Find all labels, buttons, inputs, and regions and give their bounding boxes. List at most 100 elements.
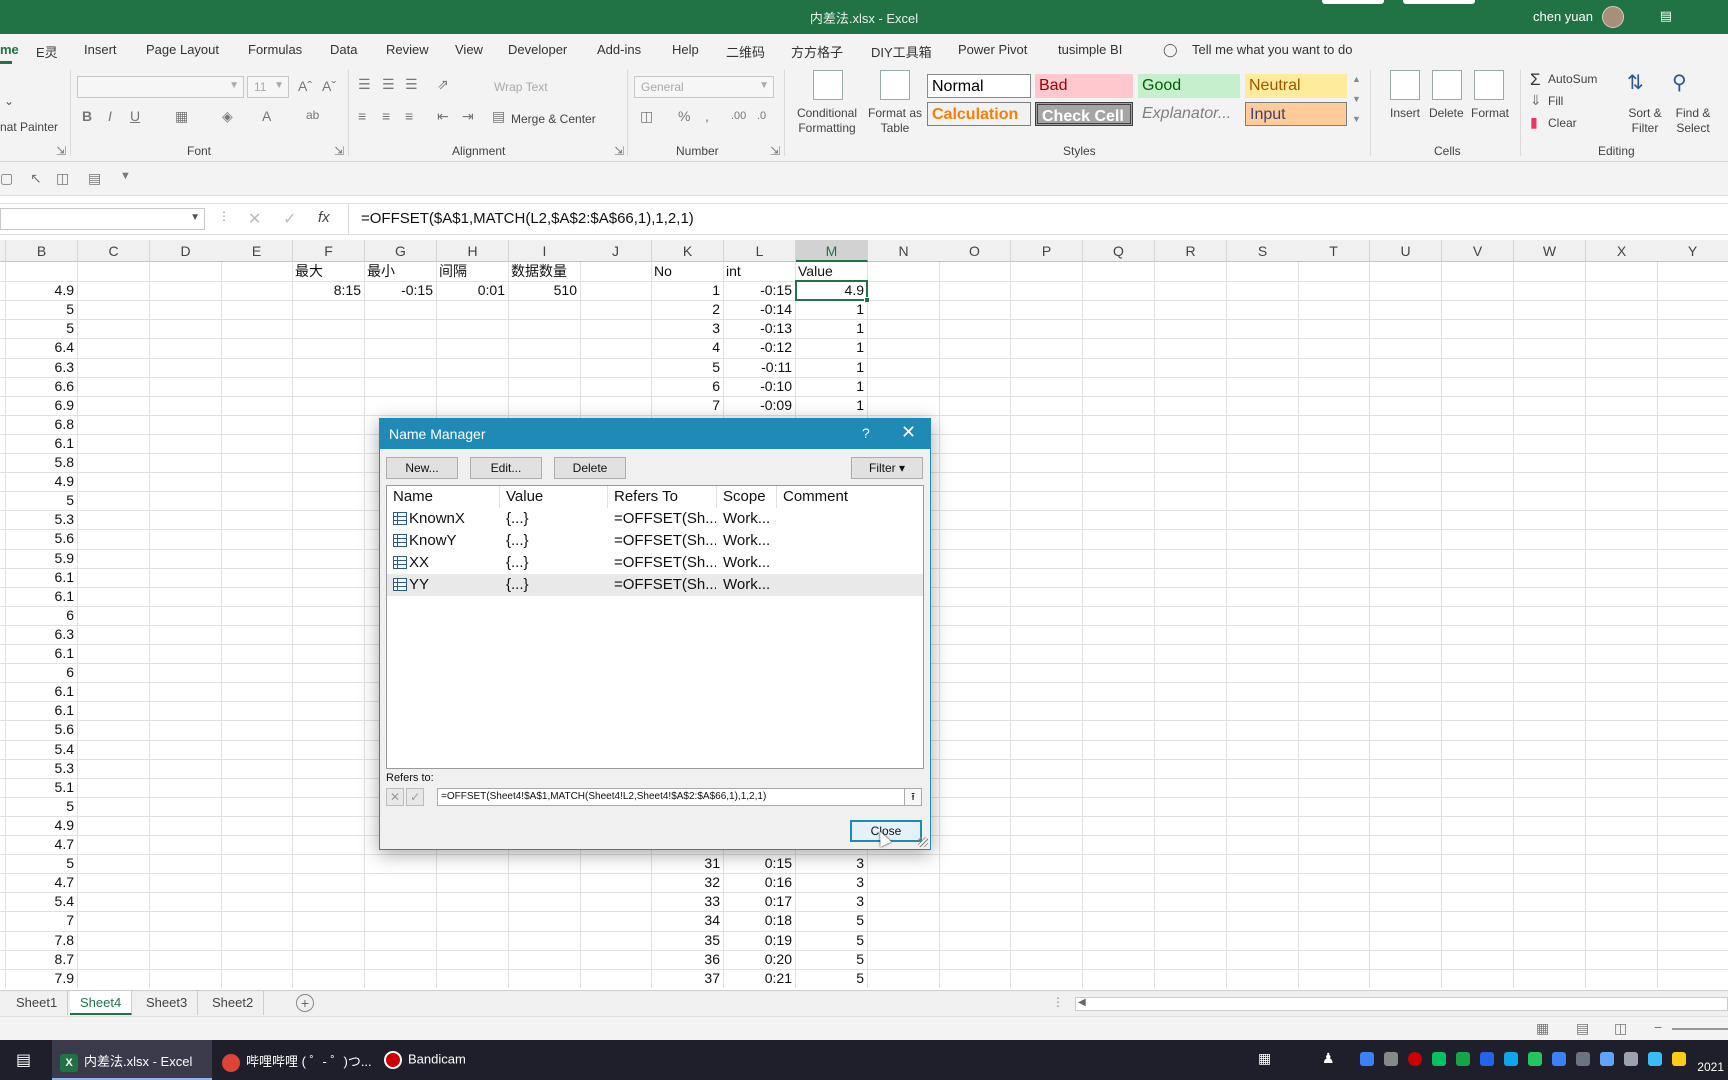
page-layout-view-icon[interactable]: ▤ (1576, 1020, 1589, 1037)
cell-b[interactable]: 7 (8, 911, 74, 930)
tray-icon[interactable] (1360, 1052, 1374, 1066)
select-objects-icon[interactable]: ▢ (0, 170, 13, 187)
style-normal[interactable]: Normal (927, 74, 1031, 98)
cell-no[interactable]: 1 (654, 281, 720, 300)
cell-b[interactable]: 7.9 (8, 969, 74, 988)
font-color-icon[interactable]: A (262, 108, 271, 124)
column-header-u[interactable]: U (1370, 240, 1442, 262)
cell-int[interactable]: -0:09 (726, 396, 792, 415)
cell-no[interactable]: 2 (654, 300, 720, 319)
cell-b[interactable]: 5 (8, 854, 74, 873)
tray-icon[interactable] (1456, 1052, 1470, 1066)
zoom-slider[interactable] (1672, 1028, 1728, 1030)
cell-b[interactable]: 6.4 (8, 338, 74, 357)
tab-power-pivot[interactable]: Power Pivot (958, 42, 1027, 57)
cell-header-i[interactable]: 数据数量 (511, 262, 577, 281)
cell-b[interactable]: 4.7 (8, 873, 74, 892)
tab-page-layout[interactable]: Page Layout (146, 42, 219, 57)
decrease-font-icon[interactable]: Aˇ (322, 78, 336, 94)
font-launcher-icon[interactable]: ⇲ (334, 144, 344, 158)
normal-view-icon[interactable]: ▦ (1536, 1020, 1549, 1037)
column-header-n[interactable]: N (868, 240, 940, 262)
cell-value[interactable]: 3 (798, 854, 864, 873)
fill-color-icon[interactable]: ◈ (222, 108, 233, 125)
cell-g2[interactable]: -0:15 (367, 281, 433, 300)
column-header-w[interactable]: W (1514, 240, 1586, 262)
format-as-table-button[interactable]: Format as Table (866, 106, 924, 136)
cancel-icon[interactable]: ✕ (248, 209, 261, 229)
number-launcher-icon[interactable]: ⇲ (770, 144, 780, 158)
column-header-s[interactable]: S (1227, 240, 1299, 262)
tray-icon[interactable] (1576, 1052, 1590, 1066)
cell-no[interactable]: 35 (654, 931, 720, 950)
cell-b[interactable]: 6.3 (8, 625, 74, 644)
clear-button[interactable]: Clear (1548, 116, 1577, 130)
cell-no[interactable]: 4 (654, 338, 720, 357)
cell-int[interactable]: -0:11 (726, 358, 792, 377)
formula-input[interactable]: =OFFSET($A$1,MATCH(L2,$A$2:$A$66,1),1,2,… (348, 204, 1728, 234)
cell-b[interactable]: 6 (8, 663, 74, 682)
clipboard-arrow[interactable]: ⌄ (4, 94, 14, 108)
close-icon[interactable]: ✕ (901, 422, 916, 443)
tell-me-search[interactable]: Tell me what you want to do (1192, 42, 1352, 57)
cell-b[interactable]: 6.1 (8, 434, 74, 453)
tab-fangfang[interactable]: 方方格子 (791, 42, 843, 61)
increase-font-icon[interactable]: Aˆ (298, 78, 312, 94)
cell-value[interactable]: 3 (798, 892, 864, 911)
column-header-g[interactable]: G (365, 240, 437, 262)
tab-tusimple-bi[interactable]: tusimple BI (1058, 42, 1122, 57)
add-sheet-icon[interactable]: + (296, 994, 314, 1012)
number-format-combo[interactable]: General ▼ (634, 76, 774, 98)
taskbar-bandicam[interactable]: Bandicam (376, 1040, 486, 1080)
volume-icon[interactable] (1384, 1052, 1398, 1066)
insert-function-icon[interactable]: fx (318, 209, 330, 226)
column-header-b[interactable]: B (6, 240, 78, 262)
collapse-dialog-icon[interactable]: ⭱ (904, 788, 922, 806)
cell-b[interactable]: 4.9 (8, 281, 74, 300)
cell-b[interactable]: 5.8 (8, 453, 74, 472)
cell-int[interactable]: 0:15 (726, 854, 792, 873)
cell-value[interactable]: 1 (798, 377, 864, 396)
tab-formulas[interactable]: Formulas (248, 42, 302, 57)
column-header-scope[interactable]: Scope (717, 486, 777, 508)
cell-b[interactable]: 6.1 (8, 568, 74, 587)
style-good[interactable]: Good (1138, 74, 1240, 98)
edit-name-button[interactable]: Edit... (470, 457, 542, 479)
align-top-icon[interactable]: ☰ (358, 76, 371, 93)
cell-header-h[interactable]: 间隔 (439, 262, 505, 281)
customize-qat-icon[interactable]: ▼ (120, 170, 131, 182)
cell-int[interactable]: -0:12 (726, 338, 792, 357)
column-header-j[interactable]: J (580, 240, 652, 262)
find-select-button[interactable]: Find & Select (1668, 106, 1718, 136)
cell-b[interactable]: 7.8 (8, 931, 74, 950)
cell-no[interactable]: 31 (654, 854, 720, 873)
names-list[interactable]: Name Value Refers To Scope Comment Known… (386, 485, 924, 769)
column-header-name[interactable]: Name (387, 486, 500, 508)
insert-cells-button[interactable]: Insert (1390, 106, 1420, 120)
cell-b[interactable]: 5.3 (8, 510, 74, 529)
autosum-button[interactable]: AutoSum (1548, 72, 1597, 86)
cell-no[interactable]: 32 (654, 873, 720, 892)
refers-to-input[interactable]: =OFFSET(Sheet4!$A$1,MATCH(Sheet4!L2,Shee… (437, 788, 905, 806)
fill-handle[interactable] (864, 297, 870, 303)
format-cells-button[interactable]: Format (1471, 106, 1509, 120)
cell-b[interactable]: 6.1 (8, 701, 74, 720)
cell-value[interactable]: 5 (798, 931, 864, 950)
cell-b[interactable]: 5 (8, 300, 74, 319)
cell-value[interactable]: 5 (798, 911, 864, 930)
cell-b[interactable]: 6.1 (8, 587, 74, 606)
cell-value[interactable]: 1 (798, 396, 864, 415)
column-header-v[interactable]: V (1442, 240, 1514, 262)
ribbon-display-options-icon[interactable]: ▤ (1660, 8, 1672, 24)
cell-int[interactable]: -0:15 (726, 281, 792, 300)
tab-e-ling[interactable]: E灵 (36, 42, 58, 61)
cell-b[interactable]: 6.3 (8, 358, 74, 377)
new-name-button[interactable]: New... (386, 457, 458, 479)
pointer-icon[interactable]: ↖ (30, 170, 42, 187)
cell-b[interactable]: 6.8 (8, 415, 74, 434)
column-header-y[interactable]: Y (1657, 240, 1728, 262)
cell-int[interactable]: 0:21 (726, 969, 792, 988)
cell-value[interactable]: 1 (798, 319, 864, 338)
cell-value[interactable]: 5 (798, 969, 864, 988)
style-explanatory[interactable]: Explanator... (1138, 102, 1240, 126)
